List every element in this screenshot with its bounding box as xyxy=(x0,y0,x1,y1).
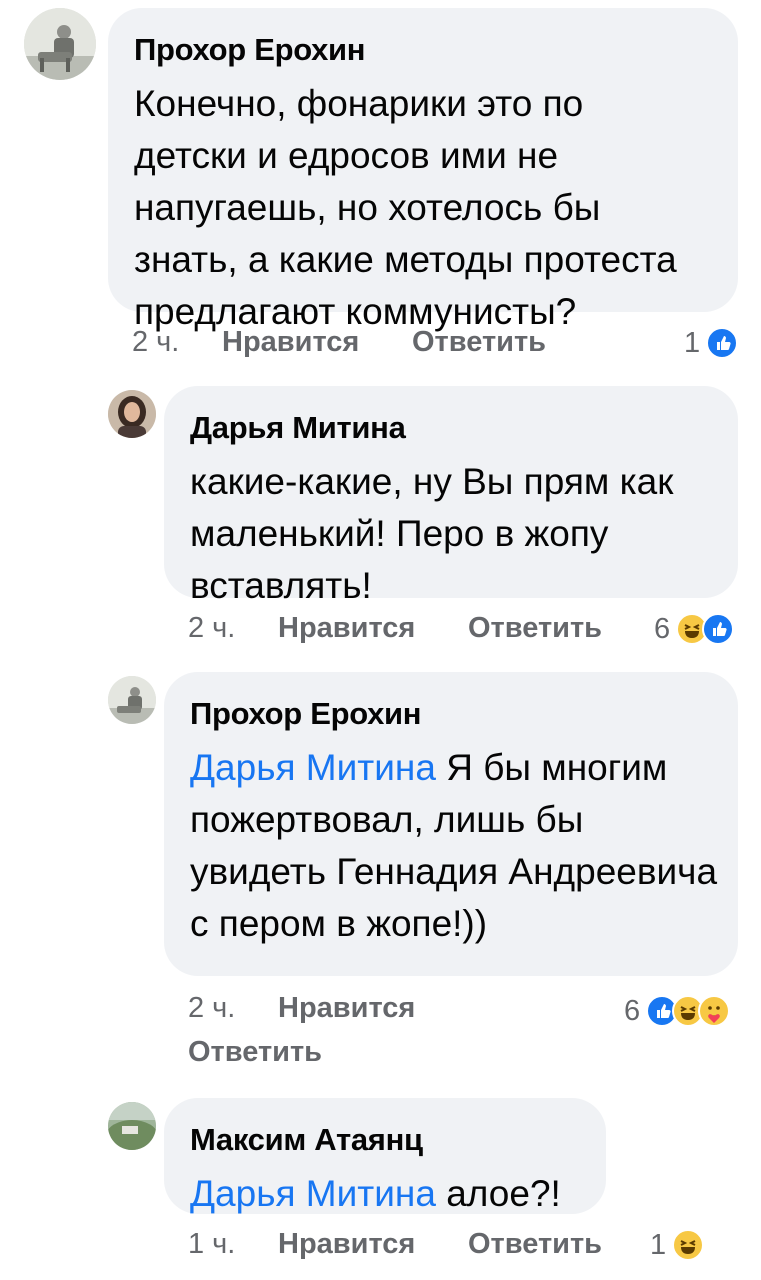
reaction-summary[interactable]: 6 xyxy=(624,994,744,1028)
reaction-summary[interactable]: 6 xyxy=(654,612,744,646)
comment-text: Конечно, фонарики это по детски и едросо… xyxy=(134,83,677,332)
comment-author[interactable]: Дарья Митина xyxy=(190,408,712,448)
comment-bubble[interactable]: Прохор Ерохин Дарья Митина Я бы многим п… xyxy=(164,672,738,976)
comment-bubble[interactable]: Максим Атаянц Дарья Митина алое?! xyxy=(164,1098,606,1214)
comment-time[interactable]: 1 ч. xyxy=(188,1228,235,1261)
comment-text-body: алое?! xyxy=(435,1173,561,1214)
mention-link[interactable]: Дарья Митина xyxy=(190,1173,436,1214)
mention-link[interactable]: Дарья Митина xyxy=(190,747,436,788)
reply-button[interactable]: Ответить xyxy=(468,1228,602,1261)
like-icon xyxy=(702,613,734,645)
reaction-count: 1 xyxy=(684,327,701,359)
avatar[interactable] xyxy=(108,676,156,724)
comment-author[interactable]: Прохор Ерохин xyxy=(190,694,712,734)
reply-button[interactable]: Ответить xyxy=(412,326,546,359)
like-icon xyxy=(706,327,738,359)
comment-author[interactable]: Максим Атаянц xyxy=(190,1120,580,1160)
comment-time[interactable]: 2 ч. xyxy=(188,992,235,1025)
reaction-summary[interactable]: 1 xyxy=(650,1228,710,1262)
comment-author[interactable]: Прохор Ерохин xyxy=(134,30,712,70)
comment-time[interactable]: 2 ч. xyxy=(188,612,235,645)
reply-button[interactable]: Ответить xyxy=(188,1036,322,1069)
comment-actions: 2 ч. Нравится Ответить xyxy=(132,326,552,362)
like-button[interactable]: Нравится xyxy=(222,326,359,359)
user-photo-icon xyxy=(108,1102,156,1150)
reply-button[interactable]: Ответить xyxy=(468,612,602,645)
care-icon xyxy=(698,995,730,1027)
comment-time[interactable]: 2 ч. xyxy=(132,326,179,359)
comment-actions: 2 ч. Нравится Ответить xyxy=(188,612,608,648)
comment-text: Дарья Митина Я бы многим пожертвовал, ли… xyxy=(190,742,720,950)
user-photo-icon xyxy=(108,676,156,724)
comment-actions: 1 ч. Нравится Ответить xyxy=(188,1228,608,1264)
comment-text: Дарья Митина алое?! xyxy=(190,1168,580,1220)
like-button[interactable]: Нравится xyxy=(278,612,415,645)
user-photo-icon xyxy=(24,8,96,80)
avatar[interactable] xyxy=(108,390,156,438)
comment-text: какие-какие, ну Вы прям как маленький! П… xyxy=(190,461,674,606)
reaction-count: 6 xyxy=(654,613,671,645)
comment-bubble[interactable]: Прохор Ерохин Конечно, фонарики это по д… xyxy=(108,8,738,332)
haha-icon xyxy=(672,1229,704,1261)
reaction-count: 1 xyxy=(650,1229,667,1261)
like-button[interactable]: Нравится xyxy=(278,1228,415,1261)
reaction-summary[interactable]: 1 xyxy=(684,326,744,360)
comment-actions: 2 ч. Нравится Ответить xyxy=(188,992,608,1076)
reaction-count: 6 xyxy=(624,995,641,1027)
avatar[interactable] xyxy=(24,8,96,80)
comment-bubble[interactable]: Дарья Митина какие-какие, ну Вы прям как… xyxy=(164,386,738,606)
like-button[interactable]: Нравится xyxy=(278,992,415,1025)
avatar[interactable] xyxy=(108,1102,156,1150)
user-photo-icon xyxy=(108,390,156,438)
